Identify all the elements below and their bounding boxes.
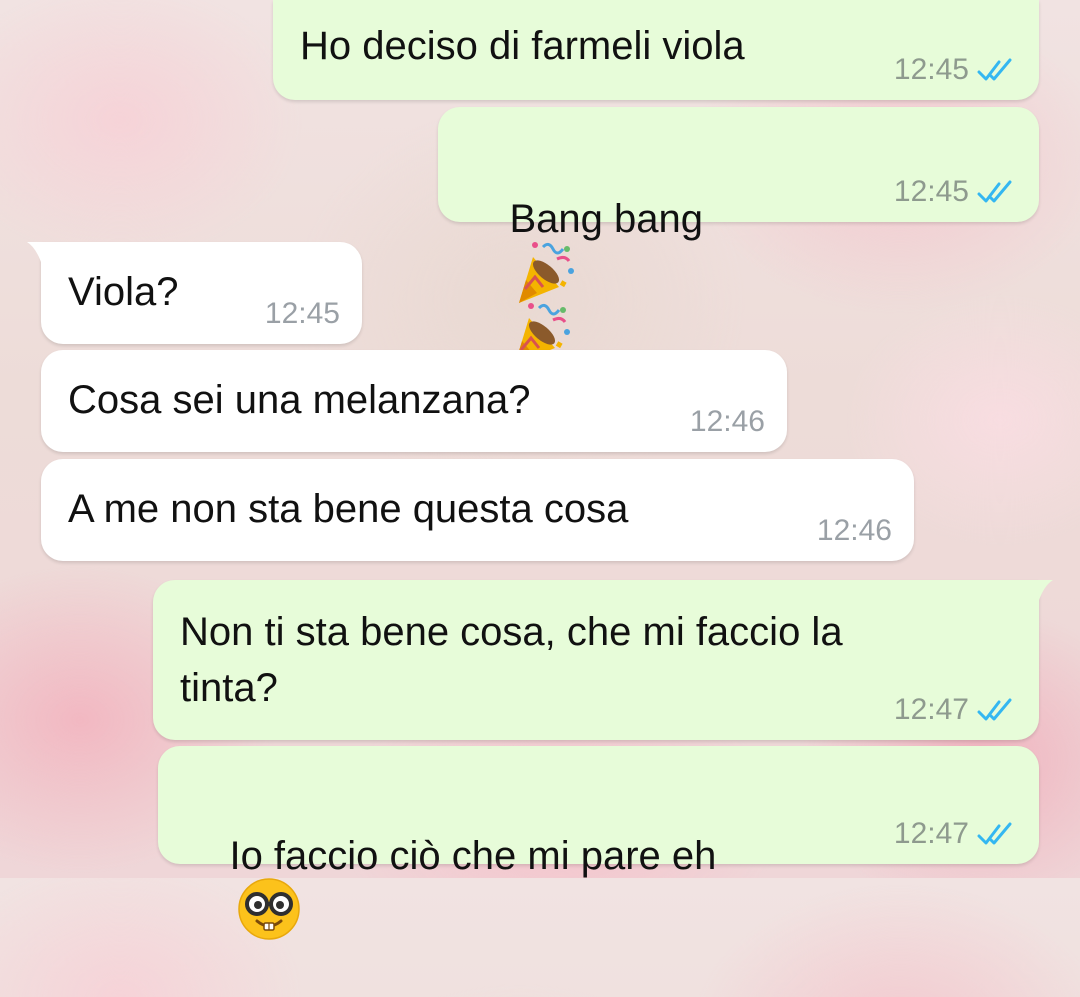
message-meta: 12:45 <box>894 174 1017 210</box>
bubble-tail <box>27 242 57 268</box>
message-meta: 12:47 <box>894 692 1017 728</box>
message-text: Io faccio ciò che mi pare eh <box>185 772 716 997</box>
message-time: 12:46 <box>816 514 892 547</box>
message-text: Viola? <box>68 270 179 314</box>
message-text-content: Io faccio ciò che mi pare eh <box>229 834 717 878</box>
message-meta: 12:46 <box>690 404 765 440</box>
message-meta: 12:46 <box>817 513 892 549</box>
nerd-face-icon <box>238 878 301 941</box>
message-bubble-outgoing[interactable]: Io faccio ciò che mi pare eh 12:47 <box>158 746 1039 941</box>
message-bubble-outgoing[interactable]: Bang bang 12:45 <box>438 107 1039 364</box>
message-meta: 12:47 <box>894 816 1017 852</box>
message-text: Ho deciso di farmeli viola <box>300 24 745 68</box>
message-bubble-incoming[interactable]: Viola? 12:45 <box>27 242 362 344</box>
message-time: 12:46 <box>689 405 765 438</box>
message-text: Cosa sei una melanzana? <box>68 378 531 422</box>
message-bubble-incoming[interactable]: Cosa sei una melanzana? 12:46 <box>41 350 787 452</box>
message-meta: 12:45 <box>265 296 340 332</box>
message-time: 12:47 <box>893 817 969 850</box>
double-check-read-icon <box>977 822 1012 845</box>
message-time: 12:45 <box>893 175 969 208</box>
message-meta: 12:45 <box>894 52 1017 88</box>
message-text: A me non sta bene questa cosa <box>68 487 629 531</box>
message-text-content: Bang bang <box>509 197 703 241</box>
message-time: 12:45 <box>264 297 340 330</box>
double-check-read-icon <box>977 698 1012 721</box>
double-check-read-icon <box>977 180 1012 203</box>
bubble-tail <box>1023 580 1053 606</box>
message-bubble-incoming[interactable]: A me non sta bene questa cosa 12:46 <box>41 459 914 561</box>
message-time: 12:45 <box>893 53 969 86</box>
message-bubble-outgoing[interactable]: Ho deciso di farmeli viola 12:45 <box>273 0 1039 100</box>
message-bubble-outgoing[interactable]: Non ti sta bene cosa, che mi faccio la t… <box>153 580 1053 740</box>
message-time: 12:47 <box>893 693 969 726</box>
double-check-read-icon <box>977 58 1012 81</box>
message-text: Non ti sta bene cosa, che mi faccio la t… <box>180 610 843 710</box>
